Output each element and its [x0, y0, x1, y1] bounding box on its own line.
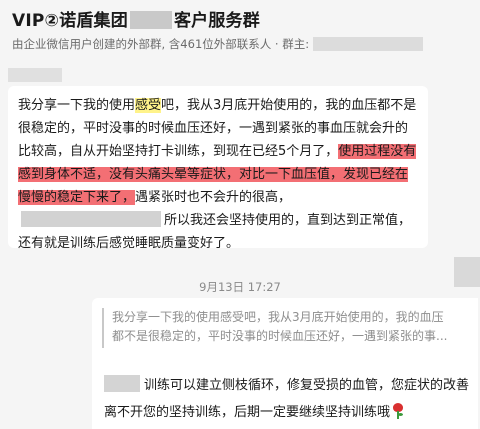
quote-line: 我分享一下我的使用感受吧，我从3月底开始使用的，我的血压	[112, 310, 444, 324]
avatar[interactable]	[454, 257, 480, 287]
message-text: 我分享一下我的使用感受吧，我从3月底开始使用的，我的血压都不是很稳定的，平时没事…	[18, 94, 418, 255]
highlight-yellow: 感受	[135, 98, 162, 113]
reply-text: 训练可以建立侧枝循环，修复受损的血管，您症状的改善离不开您的坚持训练，后期一定要…	[104, 372, 474, 426]
redacted-owner	[313, 37, 424, 51]
rose-icon	[392, 403, 404, 419]
group-subtitle: 由企业微信用户创建的外部群, 含461位外部联系人 · 群主:	[12, 36, 424, 52]
message-segment: 我分享一下我的使用	[18, 98, 136, 113]
redacted-text	[21, 211, 161, 227]
quoted-message[interactable]: 我分享一下我的使用感受吧，我从3月底开始使用的，我的血压 都不是很稳定的，平时没…	[102, 308, 458, 348]
group-title-prefix: VIP②诺盾集团	[12, 11, 128, 31]
message-segment: 遇紧张时也不会升的很高，	[135, 190, 292, 205]
message-bubble[interactable]: 我分享一下我的使用感受吧，我从3月底开始使用的，我的血压都不是很稳定的，平时没事…	[8, 86, 428, 251]
quote-line: 都不是很稳定的，平时没事的时候血压还好，一遇到紧张的事...	[112, 329, 448, 343]
group-subtitle-text: 由企业微信用户创建的外部群, 含461位外部联系人 · 群主:	[12, 37, 310, 51]
reply-bubble[interactable]: 我分享一下我的使用感受吧，我从3月底开始使用的，我的血压 都不是很稳定的，平时没…	[92, 298, 478, 429]
message-timestamp: 9月13日 17:27	[199, 280, 281, 294]
chat-header: VIP②诺盾集团 客户服务群 由企业微信用户创建的外部群, 含461位外部联系人 …	[0, 0, 480, 62]
redacted-mention	[104, 375, 140, 392]
group-title[interactable]: VIP②诺盾集团 客户服务群	[12, 6, 260, 31]
reply-body: 训练可以建立侧枝循环，修复受损的血管，您症状的改善离不开您的坚持训练，后期一定要…	[104, 378, 470, 420]
redacted-name	[129, 11, 172, 29]
group-title-suffix: 客户服务群	[173, 11, 260, 31]
redacted-sender-name	[8, 68, 62, 82]
